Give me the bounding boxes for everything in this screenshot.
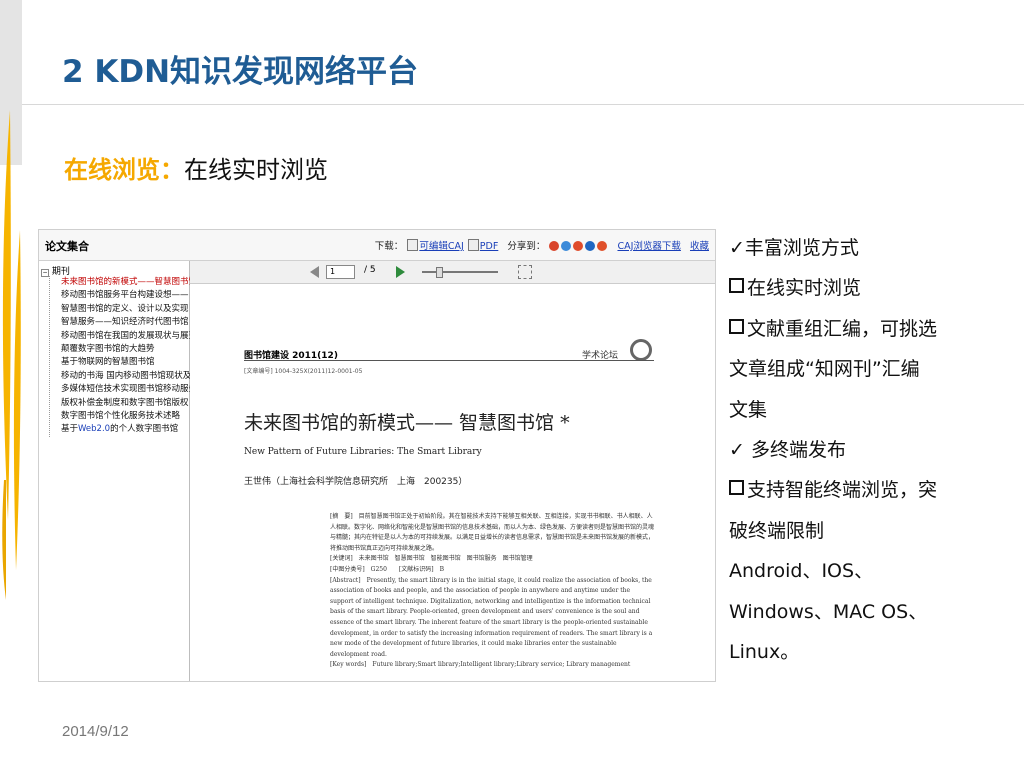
- square-bullet-icon: [729, 480, 744, 496]
- tree-item[interactable]: 移动的书海 国内移动图书馆现状及: [50, 370, 199, 383]
- caj-download-link[interactable]: 可编辑CAJ: [419, 241, 463, 252]
- bullet-row: 破终端限制: [729, 519, 825, 542]
- paper-page: 图书馆建设 2011(12) 学术论坛 [文章编号] 1004-325X(201…: [190, 284, 715, 681]
- tree-item[interactable]: 基于Web2.0的个人数字图书馆: [50, 423, 199, 436]
- subtitle-highlight: 在线浏览：: [64, 156, 184, 184]
- page-total: / 5: [364, 265, 376, 275]
- tree-item[interactable]: 未来图书馆的新模式——智慧图书馆: [50, 276, 199, 289]
- viewer-toolbar: 1 / 5: [190, 261, 715, 284]
- classification: [中图分类号] G250 [文献标识码] B: [330, 565, 445, 573]
- bullet-row: 在线实时浏览: [729, 268, 1004, 308]
- share-douban-icon[interactable]: [597, 241, 608, 251]
- zoom-slider-track[interactable]: [422, 271, 498, 273]
- abstract-en: [Abstract] Presently, the smart library …: [330, 576, 653, 658]
- tree-item[interactable]: 移动图书馆服务平台构建设想——: [50, 289, 199, 302]
- bullet-row: 文章组成“知网刊”汇编: [729, 358, 920, 381]
- title-divider: [22, 104, 1024, 105]
- paper-abstract: [摘 要] 目前智慧图书馆正处于初始阶段。其在智能技术支持下能够互相关联、互相连…: [330, 512, 655, 671]
- tree-item[interactable]: 智慧图书馆的定义、设计以及实现: [50, 303, 199, 316]
- share-weibo-icon[interactable]: [549, 241, 560, 251]
- abstract-cn: [摘 要] 目前智慧图书馆正处于初始阶段。其在智能技术支持下能够互相关联、互相连…: [330, 513, 655, 552]
- collection-title: 论文集合: [45, 240, 89, 253]
- page-number-input[interactable]: 1: [326, 265, 355, 279]
- paper-title-cn: 未来图书馆的新模式—— 智慧图书馆 *: [244, 412, 570, 434]
- bullet-row: 文献重组汇编，可挑选: [729, 309, 1004, 349]
- paper-author: 王世伟（上海社会科学院信息研究所 上海 200235）: [244, 477, 468, 487]
- document-viewer: 1 / 5 图书馆建设 2011(12) 学术论坛 [文章编号] 1004-32…: [190, 261, 715, 681]
- square-bullet-icon: [729, 318, 744, 334]
- slide-title: 2 KDN知识发现网络平台: [62, 54, 419, 90]
- tree-item[interactable]: 版权补偿金制度和数字图书馆版权: [50, 397, 199, 410]
- share-kaixin-icon[interactable]: [585, 241, 596, 251]
- share-qq-icon[interactable]: [561, 241, 572, 251]
- zoom-slider-handle[interactable]: [436, 267, 443, 278]
- slide-subtitle: 在线浏览：在线实时浏览: [64, 150, 328, 185]
- favorite-link[interactable]: 收藏: [690, 241, 709, 252]
- bullet-row: Windows、MAC OS、: [729, 600, 928, 623]
- tree-item[interactable]: 移动图书馆在我国的发展现状与展望: [50, 330, 199, 343]
- slide-date: 2014/9/12: [62, 723, 129, 740]
- pdf-download-link[interactable]: PDF: [480, 241, 499, 252]
- tree-item[interactable]: 智慧服务——知识经济时代图书馆: [50, 316, 199, 329]
- article-tree: 未来图书馆的新模式——智慧图书馆 移动图书馆服务平台构建设想—— 智慧图书馆的定…: [49, 276, 197, 437]
- feature-list: ✓丰富浏览方式 在线实时浏览 文献重组汇编，可挑选 文章组成“知网刊”汇编 文集…: [729, 228, 1004, 672]
- next-page-icon[interactable]: [396, 266, 405, 278]
- journal-seal-icon: [630, 339, 652, 361]
- check-icon: ✓: [729, 237, 745, 259]
- tree-item[interactable]: 基于物联网的智慧图书馆: [50, 356, 199, 369]
- bullet-row: ✓丰富浏览方式: [729, 237, 859, 259]
- bullet-row: ✓ 多终端发布: [729, 439, 846, 462]
- caj-browser-download-link[interactable]: CAJ浏览器下载: [617, 241, 680, 252]
- tree-item[interactable]: 多媒体短信技术实现图书馆移动服务: [50, 383, 199, 396]
- share-label: 分享到：: [507, 241, 546, 252]
- keywords-cn: [关键词] 未来图书馆 智慧图书馆 智能图书馆 图书馆服务 图书馆管理: [330, 555, 533, 563]
- bullet-row: Android、IOS、: [729, 560, 874, 583]
- tree-item-suffix: 的个人数字图书馆: [110, 424, 179, 435]
- paper-title-en: New Pattern of Future Libraries: The Sma…: [244, 447, 482, 457]
- download-toolbar: 下载： 可编辑CAJ PDF 分享到： CAJ浏览器下载 收藏: [375, 238, 709, 252]
- bullet-row: Linux。: [729, 641, 800, 664]
- tree-item[interactable]: 数字图书馆个性化服务技术述略: [50, 410, 199, 423]
- header-rule: [244, 360, 654, 361]
- tree-item[interactable]: 颠覆数字图书馆的大趋势: [50, 343, 199, 356]
- download-label: 下载：: [374, 241, 404, 252]
- pdf-icon: [467, 239, 479, 251]
- check-icon: ✓: [729, 439, 745, 462]
- screenshot-header: 论文集合 下载： 可编辑CAJ PDF 分享到： CAJ浏览器下载 收藏: [39, 230, 715, 261]
- keywords-en: [Key words] Future library;Smart library…: [330, 661, 631, 669]
- subtitle-text: 在线实时浏览: [184, 156, 328, 184]
- bullet-row: 文集: [729, 398, 768, 421]
- tree-item-highlight: Web2.0: [78, 424, 111, 435]
- share-renren-icon[interactable]: [573, 241, 584, 251]
- tree-item-prefix: 基于: [61, 424, 79, 435]
- embedded-screenshot: 论文集合 下载： 可编辑CAJ PDF 分享到： CAJ浏览器下载 收藏 − 期…: [38, 229, 716, 682]
- prev-page-icon[interactable]: [310, 266, 319, 278]
- article-tree-pane: − 期刊 未来图书馆的新模式——智慧图书馆 移动图书馆服务平台构建设想—— 智慧…: [39, 261, 197, 681]
- square-bullet-icon: [729, 278, 744, 294]
- flame-decoration: [2, 110, 21, 600]
- article-number: [文章编号] 1004-325X(2011)12-0001-05: [244, 368, 363, 375]
- bullet-row: 支持智能终端浏览，突: [729, 470, 1004, 510]
- collapse-icon[interactable]: −: [41, 269, 49, 277]
- fit-page-icon[interactable]: [518, 265, 532, 279]
- caj-icon: [407, 239, 419, 251]
